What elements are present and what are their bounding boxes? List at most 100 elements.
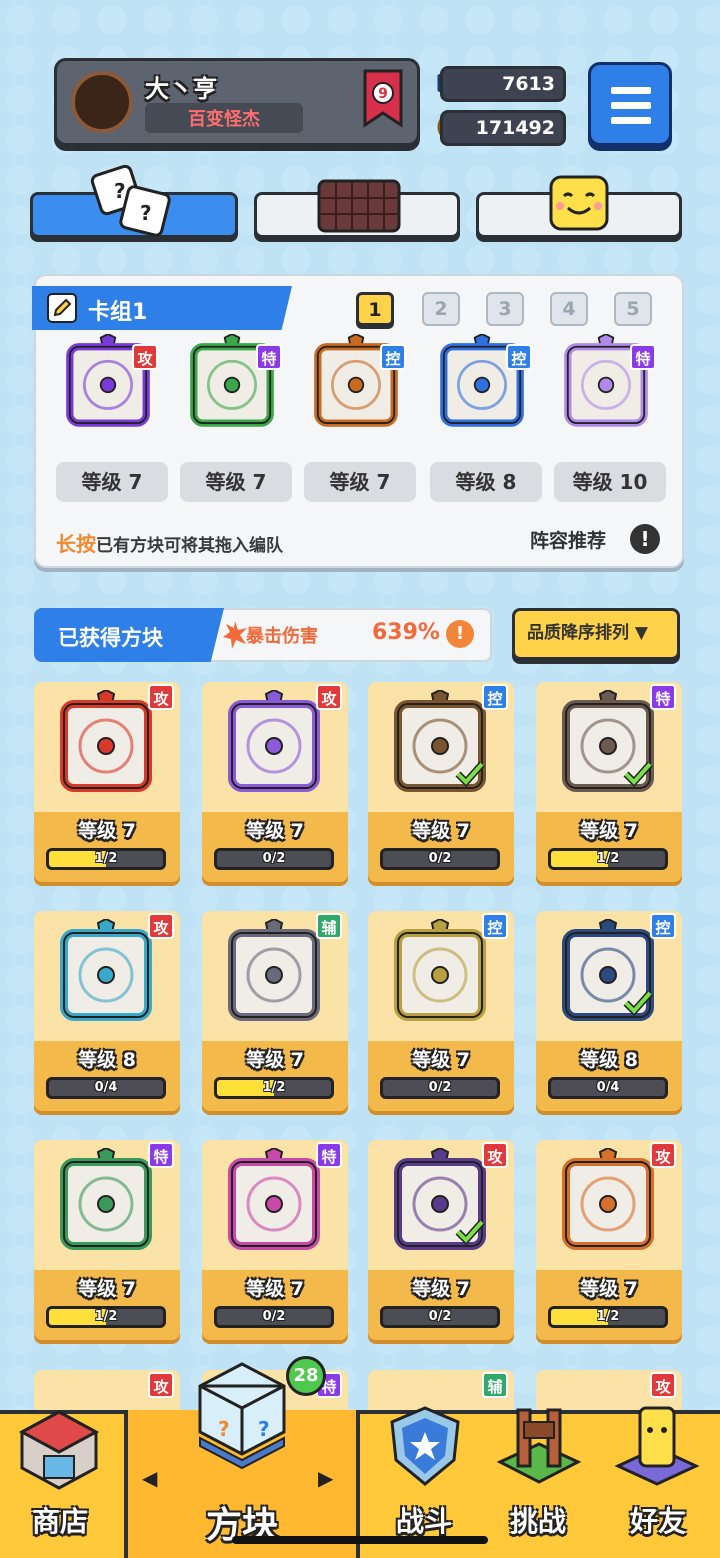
block-image [388, 1146, 492, 1258]
info-icon[interactable]: ! [630, 524, 660, 554]
block-image [556, 688, 660, 800]
block-card[interactable]: 控等级 8 0/4 [536, 911, 682, 1111]
block-card[interactable]: 控等级 7 0/2 [368, 682, 514, 882]
block-level: 等级 7 [412, 1049, 470, 1071]
upgrade-progress-text: 0/2 [428, 851, 452, 866]
menu-button[interactable] [588, 62, 672, 146]
nav-shop[interactable]: 商店 [0, 1410, 120, 1558]
block-card[interactable]: 攻等级 7 0/2 [202, 682, 348, 882]
nav-next-arrow[interactable]: ▶ [318, 1466, 333, 1490]
block-card[interactable]: 攻等级 8 0/4 [34, 911, 180, 1111]
block-image [54, 917, 158, 1029]
deck-slot-1[interactable]: 攻 [58, 332, 158, 434]
upgrade-progress-bar: 0/4 [46, 1077, 166, 1099]
type-tag: 攻 [132, 344, 158, 370]
type-tag: 特 [650, 684, 676, 710]
deck-page-3[interactable]: 3 [486, 292, 524, 326]
deck-slot-2[interactable]: 特 [182, 332, 282, 434]
deck-slot-4[interactable]: 控 [432, 332, 532, 434]
block-level: 等级 7 [412, 820, 470, 842]
shop-icon [18, 1410, 100, 1490]
block-card[interactable]: 控等级 7 0/2 [368, 911, 514, 1111]
upgrade-progress-text: 1/2 [262, 1080, 286, 1095]
deck-slot-level: 等级 10 [554, 462, 666, 502]
dice-icon: ? ? [90, 164, 171, 237]
deck-name: 卡组1 [88, 300, 148, 325]
upgrade-progress-bar: 1/2 [46, 848, 166, 870]
avatar[interactable] [71, 71, 133, 133]
player-profile[interactable]: 大丶亨 百变怪杰 9 [54, 58, 420, 146]
block-card[interactable]: 特等级 7 1/2 [536, 682, 682, 882]
block-level: 等级 7 [78, 820, 136, 842]
block-level: 等级 7 [246, 1049, 304, 1071]
block-card[interactable]: 攻等级 7 1/2 [34, 682, 180, 882]
hint-text: 已有方块可将其拖入编队 [96, 536, 283, 556]
block-image [54, 688, 158, 800]
rank-number: 9 [378, 86, 388, 102]
type-tag: 特 [630, 344, 656, 370]
sort-button[interactable]: 品质降序排列 ▼ [512, 608, 680, 660]
block-level: 等级 8 [580, 1049, 638, 1071]
crit-value: 639% [372, 620, 440, 645]
blocks-count-badge: 28 [286, 1356, 326, 1396]
block-level: 等级 7 [246, 1278, 304, 1300]
type-tag: 攻 [148, 684, 174, 710]
deck-slot-level: 等级 7 [180, 462, 292, 502]
nav-battle-label: 战斗 [395, 1505, 452, 1538]
block-level: 等级 7 [580, 820, 638, 842]
block-image [556, 1146, 660, 1258]
upgrade-progress-text: 1/2 [596, 1309, 620, 1324]
deck-slot-5[interactable]: 特 [556, 332, 656, 434]
nav-friends[interactable]: 好友 [598, 1406, 718, 1558]
type-tag: 控 [650, 913, 676, 939]
block-card[interactable]: 特等级 7 1/2 [34, 1140, 180, 1340]
upgrade-progress-text: 1/2 [94, 1309, 118, 1324]
upgrade-progress-bar: 1/2 [548, 848, 668, 870]
shield-icon [390, 1406, 460, 1486]
crit-icon [223, 621, 247, 649]
drag-hint: 长按已有方块可将其拖入编队 [56, 528, 283, 557]
block-image [54, 1146, 158, 1258]
block-card[interactable]: 攻等级 7 1/2 [536, 1140, 682, 1340]
pencil-icon[interactable] [46, 292, 78, 324]
owned-header: 已获得方块 暴击伤害 639% ! [34, 608, 492, 662]
upgrade-progress-text: 0/2 [262, 851, 286, 866]
smile-icon [549, 175, 609, 231]
block-image [222, 917, 326, 1029]
block-card[interactable]: 辅等级 7 1/2 [202, 911, 348, 1111]
crit-label: 暴击伤害 [246, 626, 318, 647]
upgrade-progress-bar: 1/2 [548, 1306, 668, 1328]
board-icon [317, 179, 401, 233]
upgrade-progress-bar: 1/2 [214, 1077, 334, 1099]
deck-page-2[interactable]: 2 [422, 292, 460, 326]
upgrade-progress-bar: 0/2 [380, 1306, 500, 1328]
block-card[interactable]: 攻等级 7 0/2 [368, 1140, 514, 1340]
deck-page-1[interactable]: 1 [356, 292, 394, 326]
crit-info-icon[interactable]: ! [446, 620, 474, 648]
upgrade-progress-text: 1/2 [596, 851, 620, 866]
block-card[interactable]: 特等级 7 0/2 [202, 1140, 348, 1340]
player-title: 百变怪杰 [145, 103, 303, 133]
nav-challenge[interactable]: 挑战 [478, 1408, 598, 1558]
upgrade-progress-text: 0/4 [596, 1080, 620, 1095]
nav-prev-arrow[interactable]: ◀ [142, 1466, 157, 1490]
deck-slot-3[interactable]: 控 [306, 332, 406, 434]
type-tag: 攻 [148, 913, 174, 939]
rank-badge[interactable]: 9 [361, 69, 405, 129]
upgrade-progress-bar: 0/2 [214, 1306, 334, 1328]
upgrade-progress-text: 0/2 [262, 1309, 286, 1324]
challenge-gate-icon [496, 1408, 582, 1484]
home-indicator[interactable] [232, 1536, 488, 1544]
upgrade-progress-bar: 0/4 [548, 1077, 668, 1099]
type-tag: 特 [148, 1142, 174, 1168]
recommend-button[interactable]: 阵容推荐 [530, 526, 606, 553]
block-image [388, 917, 492, 1029]
deck-page-4[interactable]: 4 [550, 292, 588, 326]
type-tag: 控 [506, 344, 532, 370]
type-tag: 攻 [316, 684, 342, 710]
type-tag: 控 [482, 913, 508, 939]
block-image [222, 1146, 326, 1258]
deck-page-5[interactable]: 5 [614, 292, 652, 326]
type-tag: 辅 [482, 1372, 508, 1398]
upgrade-progress-bar: 0/2 [380, 1077, 500, 1099]
